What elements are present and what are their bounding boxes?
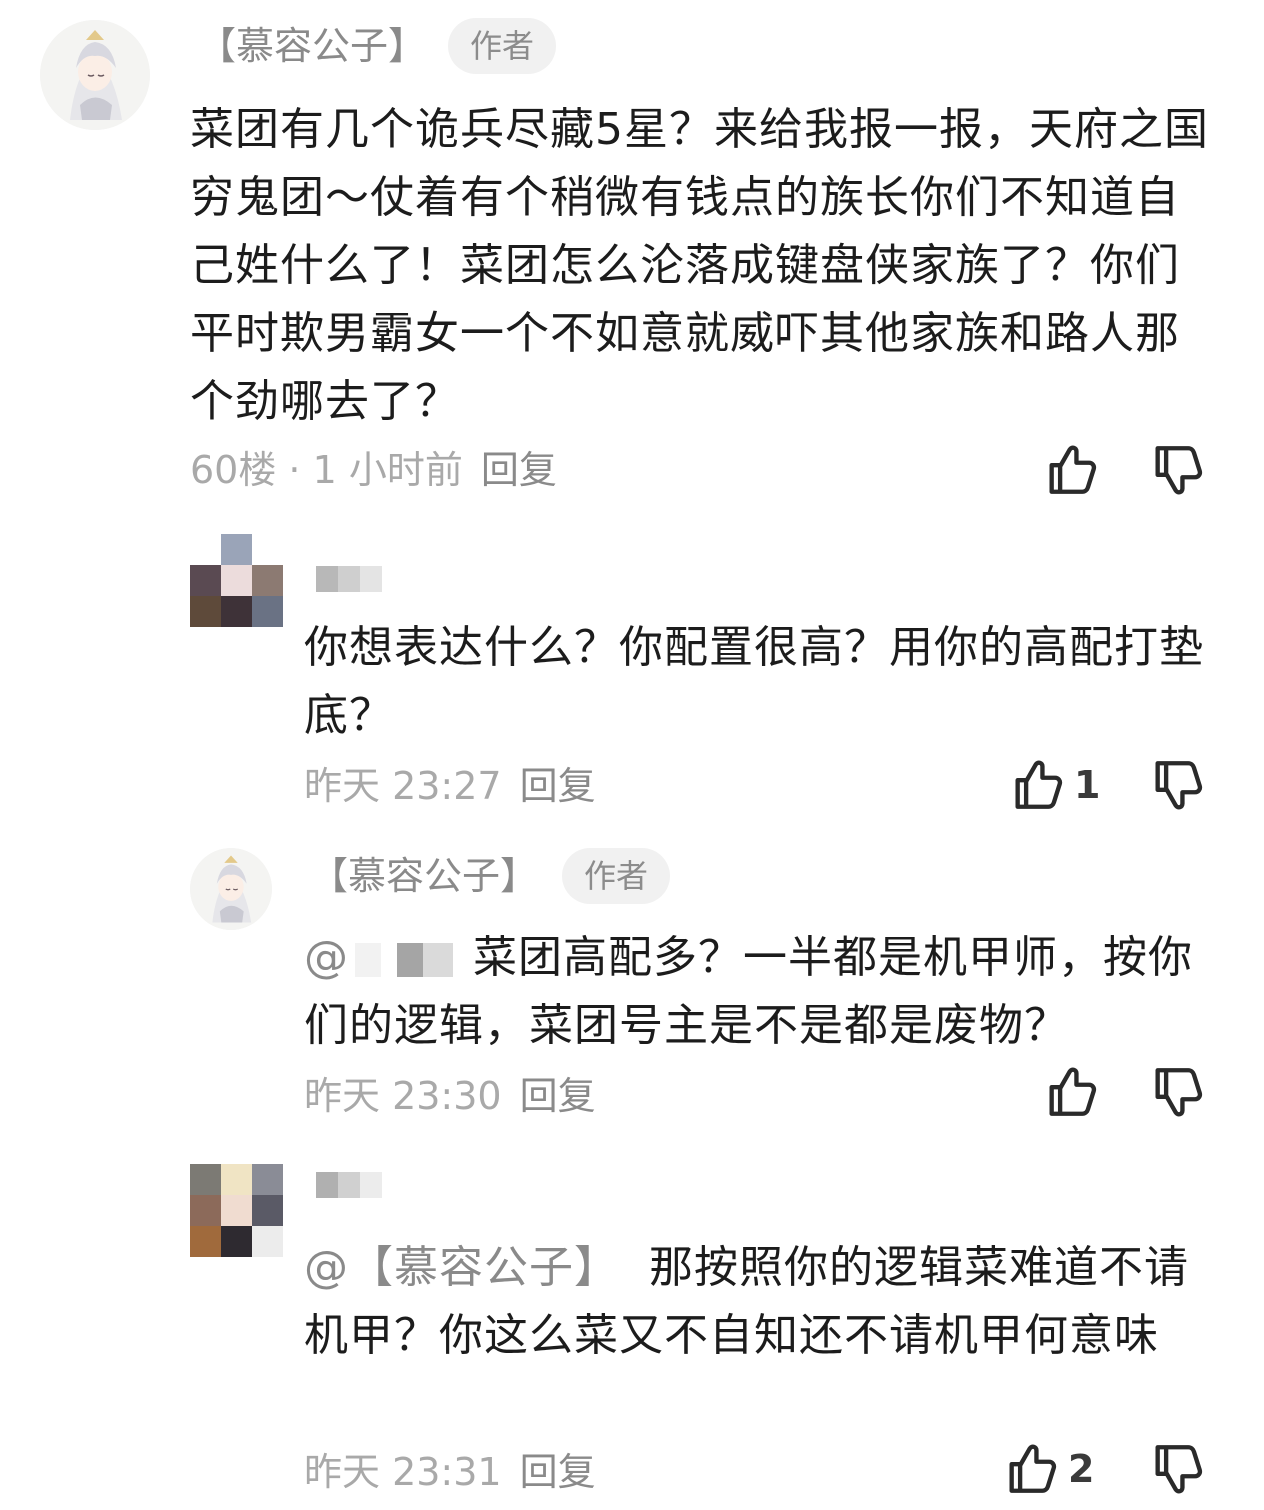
thumb-up-icon[interactable] (1042, 1063, 1100, 1121)
thumb-down-icon[interactable] (1148, 1440, 1206, 1498)
mention[interactable]: @【慕容公子】 (304, 1242, 619, 1293)
thumb-up-icon[interactable] (1008, 756, 1066, 814)
comment-time: 昨天 23:31 (304, 1450, 502, 1494)
reply-button[interactable]: 回复 (520, 1074, 596, 1118)
reply-button[interactable]: 回复 (481, 448, 557, 492)
comment-meta: 昨天 23:30 回复 (304, 1072, 596, 1120)
pixelated-avatar[interactable] (190, 534, 283, 627)
mention[interactable]: @ (304, 932, 473, 983)
author-avatar[interactable] (190, 848, 272, 930)
pixelated-avatar[interactable] (190, 1164, 283, 1257)
reply-button[interactable]: 回复 (520, 1450, 596, 1494)
comment-meta: 昨天 23:27 回复 (304, 762, 596, 810)
thumb-up-icon[interactable] (1042, 441, 1100, 499)
comment-time: 昨天 23:27 (304, 764, 502, 808)
comment-text: 菜团有几个诡兵尽藏5星？来给我报一报，天府之国穷鬼团～仗着有个稍微有钱点的族长你… (190, 104, 1209, 427)
author-name[interactable]: 【慕容公子】 (310, 852, 538, 900)
comment-meta: 60楼 · 1 小时前 回复 (190, 446, 557, 494)
author-name[interactable]: 【慕容公子】 (198, 22, 426, 70)
comment-meta: 昨天 23:31 回复 (304, 1448, 596, 1496)
thumb-down-icon[interactable] (1148, 1063, 1206, 1121)
comment-text: 你想表达什么？你配置很高？用你的高配打垫底？ (304, 622, 1204, 741)
author-badge: 作者 (448, 18, 557, 74)
author-badge: 作者 (562, 848, 671, 904)
author-avatar[interactable] (40, 20, 150, 130)
floor-and-time: 60楼 · 1 小时前 (190, 448, 463, 492)
thumb-up-icon[interactable] (1002, 1440, 1060, 1498)
pixelated-username[interactable] (316, 1172, 382, 1198)
like-count: 1 (1074, 763, 1101, 807)
comment-text: @ 菜团高配多？一半都是机甲师，按你们的逻辑，菜团号主是不是都是废物？ (304, 932, 1193, 1051)
anime-character-avatar-icon (40, 20, 150, 130)
comment-time: 昨天 23:30 (304, 1074, 502, 1118)
like-count: 2 (1068, 1447, 1095, 1491)
thumb-down-icon[interactable] (1148, 756, 1206, 814)
anime-character-avatar-icon (190, 848, 272, 930)
reply-button[interactable]: 回复 (520, 764, 596, 808)
pixelated-username[interactable] (316, 566, 382, 592)
thumb-down-icon[interactable] (1148, 441, 1206, 499)
comment-text: @【慕容公子】 那按照你的逻辑菜难道不请机甲？你这么菜又不自知还不请机甲何意味 (304, 1242, 1189, 1361)
